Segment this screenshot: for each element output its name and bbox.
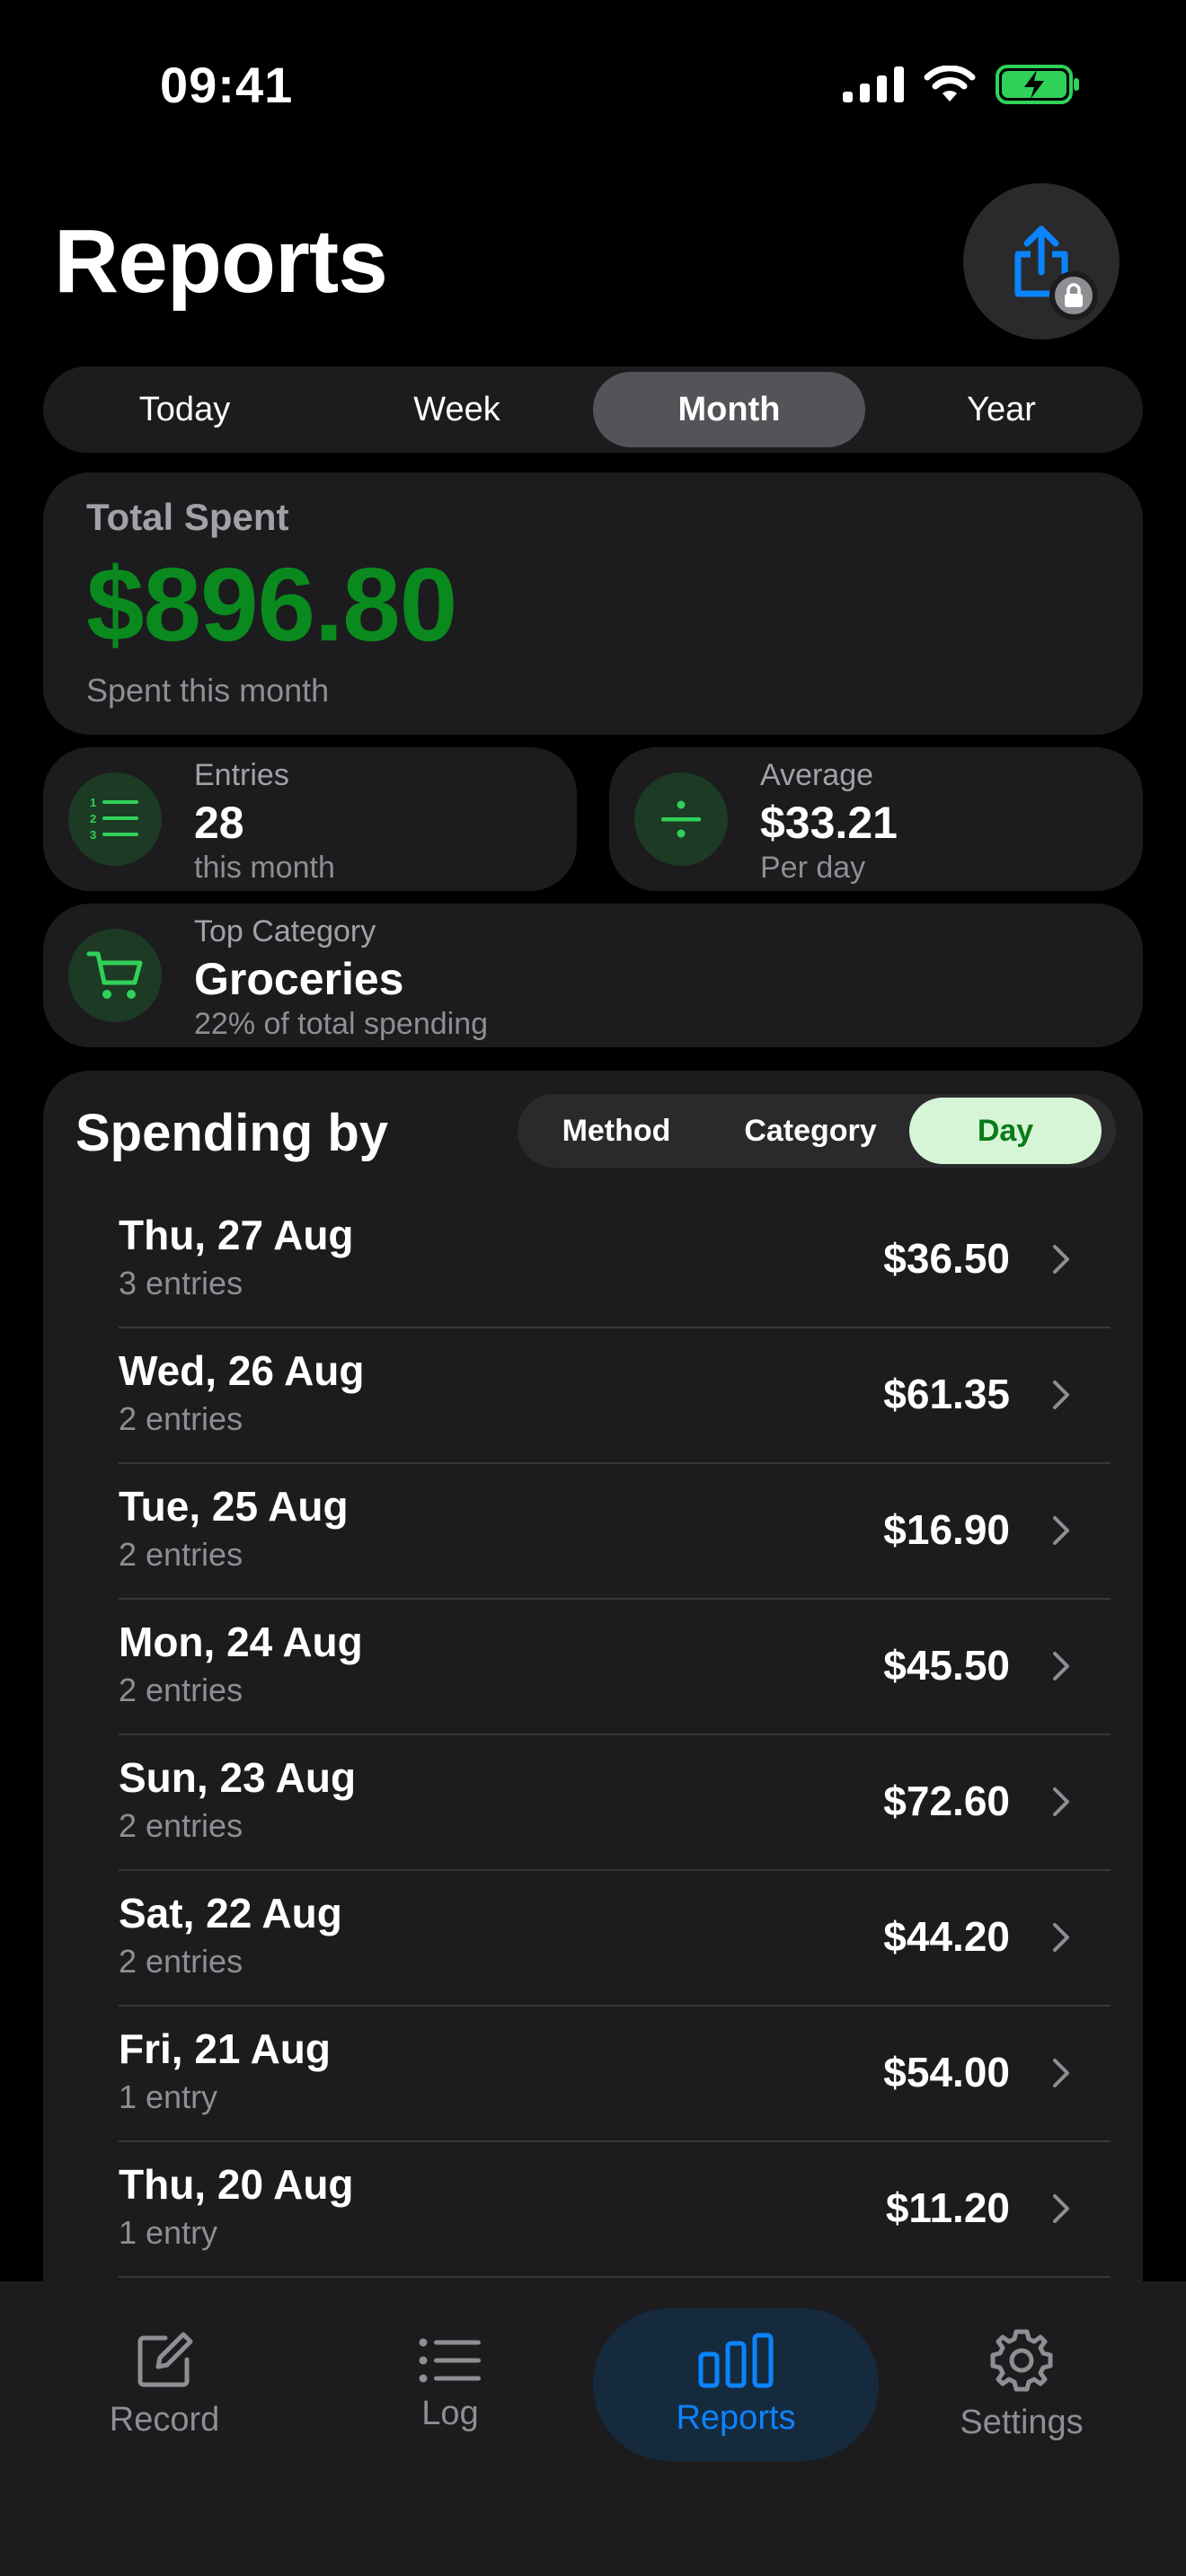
top-category-label: Top Category [194,914,376,948]
day-entries: 2 entries [119,1536,243,1573]
chevron-right-icon [1053,1245,1069,1274]
day-amount: $54.00 [883,2049,1010,2095]
tab-month[interactable]: Month [593,372,865,447]
chevron-right-icon [1053,2059,1069,2087]
average-label: Average [760,758,874,792]
page-title: Reports [54,211,388,312]
numbered-list-icon: 1 2 3 [68,772,162,866]
day-date: Sun, 23 Aug [119,1754,357,1801]
total-subtitle: Spent this month [86,672,330,709]
chevron-right-icon [1053,1787,1069,1816]
day-row[interactable]: Mon, 24 Aug 2 entries $45.50 [119,1600,1111,1735]
day-date: Thu, 27 Aug [119,1212,354,1258]
tab-log-label: Log [421,2394,479,2432]
day-row[interactable]: Sat, 22 Aug 2 entries $44.20 [119,1871,1111,2007]
divide-icon [634,772,728,866]
chevron-right-icon [1053,1516,1069,1545]
tab-week[interactable]: Week [321,372,593,447]
day-entries: 1 entry [119,2214,218,2251]
tab-bar: Record Log Reports Settings [0,2281,1186,2576]
tab-reports-label: Reports [676,2398,796,2437]
average-value: $33.21 [760,798,898,848]
tab-today[interactable]: Today [49,372,321,447]
tab-record[interactable]: Record [22,2308,307,2461]
tab-log[interactable]: Log [307,2308,593,2461]
day-entries: 2 entries [119,1943,243,1980]
day-row[interactable]: Thu, 27 Aug 3 entries $36.50 [119,1193,1111,1328]
day-date: Wed, 26 Aug [119,1347,365,1394]
total-spent-card: Total Spent $896.80 Spent this month [43,472,1143,735]
day-row[interactable]: Fri, 21 Aug 1 entry $54.00 [119,2007,1111,2142]
chevron-right-icon [1053,1652,1069,1681]
lock-icon [1065,283,1083,307]
day-date: Tue, 25 Aug [119,1483,349,1530]
day-list: Thu, 27 Aug 3 entries $36.50 Wed, 26 Aug… [119,1193,1111,2278]
day-date: Sat, 22 Aug [119,1890,342,1936]
svg-text:3: 3 [90,828,96,842]
list-icon [419,2338,481,2382]
cart-icon [68,929,162,1022]
chevron-right-icon [1053,1381,1069,1409]
day-row[interactable]: Thu, 20 Aug 1 entry $11.20 [119,2142,1111,2278]
period-selector: Today Week Month Year [43,366,1143,453]
lock-badge [1049,271,1098,320]
day-amount: $44.20 [883,1913,1010,1960]
day-entries: 3 entries [119,1265,243,1301]
day-amount: $16.90 [883,1506,1010,1553]
wifi-icon [924,66,976,101]
gear-icon [990,2329,1053,2391]
entries-label: Entries [194,758,289,792]
spending-title: Spending by [75,1104,388,1162]
day-date: Mon, 24 Aug [119,1619,363,1665]
bar-chart-icon [698,2333,774,2387]
tab-reports[interactable]: Reports [593,2308,879,2461]
day-entries: 2 entries [119,1400,243,1437]
spending-filter: Method Category Day [518,1094,1116,1168]
tab-settings[interactable]: Settings [879,2308,1164,2461]
compose-icon [137,2332,193,2386]
average-subtitle: Per day [760,851,866,885]
day-row[interactable]: Wed, 26 Aug 2 entries $61.35 [119,1328,1111,1464]
day-row[interactable]: Sun, 23 Aug 2 entries $72.60 [119,1735,1111,1871]
chevron-right-icon [1053,1923,1069,1952]
day-amount: $36.50 [883,1235,1010,1282]
entries-card: 1 2 3 Entries 28 this month [43,747,577,891]
status-time: 09:41 [160,57,294,113]
total-value: $896.80 [86,546,457,663]
filter-category[interactable]: Category [712,1098,909,1164]
day-date: Thu, 20 Aug [119,2161,354,2208]
svg-text:1: 1 [90,796,96,809]
entries-value: 28 [194,798,244,848]
chevron-right-icon [1053,2194,1069,2223]
top-category-subtitle: 22% of total spending [194,1007,489,1041]
entries-subtitle: this month [194,851,335,885]
share-button[interactable] [963,183,1120,340]
average-card: Average $33.21 Per day [609,747,1143,891]
tab-year[interactable]: Year [865,372,1137,447]
tab-settings-label: Settings [960,2403,1084,2441]
total-label: Total Spent [86,496,289,538]
day-entries: 2 entries [119,1807,243,1844]
day-amount: $61.35 [883,1371,1010,1417]
day-date: Fri, 21 Aug [119,2025,331,2072]
spending-by-section: Spending by Method Category Day Thu, 27 … [43,1071,1143,2292]
battery-charging-icon [996,65,1079,104]
day-entries: 1 entry [119,2078,218,2115]
filter-method[interactable]: Method [521,1098,712,1164]
tab-record-label: Record [109,2400,220,2439]
day-amount: $45.50 [883,1642,1010,1689]
status-bar: 09:41 [0,0,1186,171]
day-entries: 2 entries [119,1672,243,1708]
filter-day[interactable]: Day [909,1098,1102,1164]
day-amount: $11.20 [885,2184,1010,2231]
top-category-card: Top Category Groceries 22% of total spen… [43,904,1143,1047]
svg-text:2: 2 [90,812,96,825]
signal-icon [843,66,904,102]
day-row[interactable]: Tue, 25 Aug 2 entries $16.90 [119,1464,1111,1600]
status-icons [843,65,1080,104]
top-category-value: Groceries [194,954,404,1004]
day-amount: $72.60 [883,1778,1010,1824]
